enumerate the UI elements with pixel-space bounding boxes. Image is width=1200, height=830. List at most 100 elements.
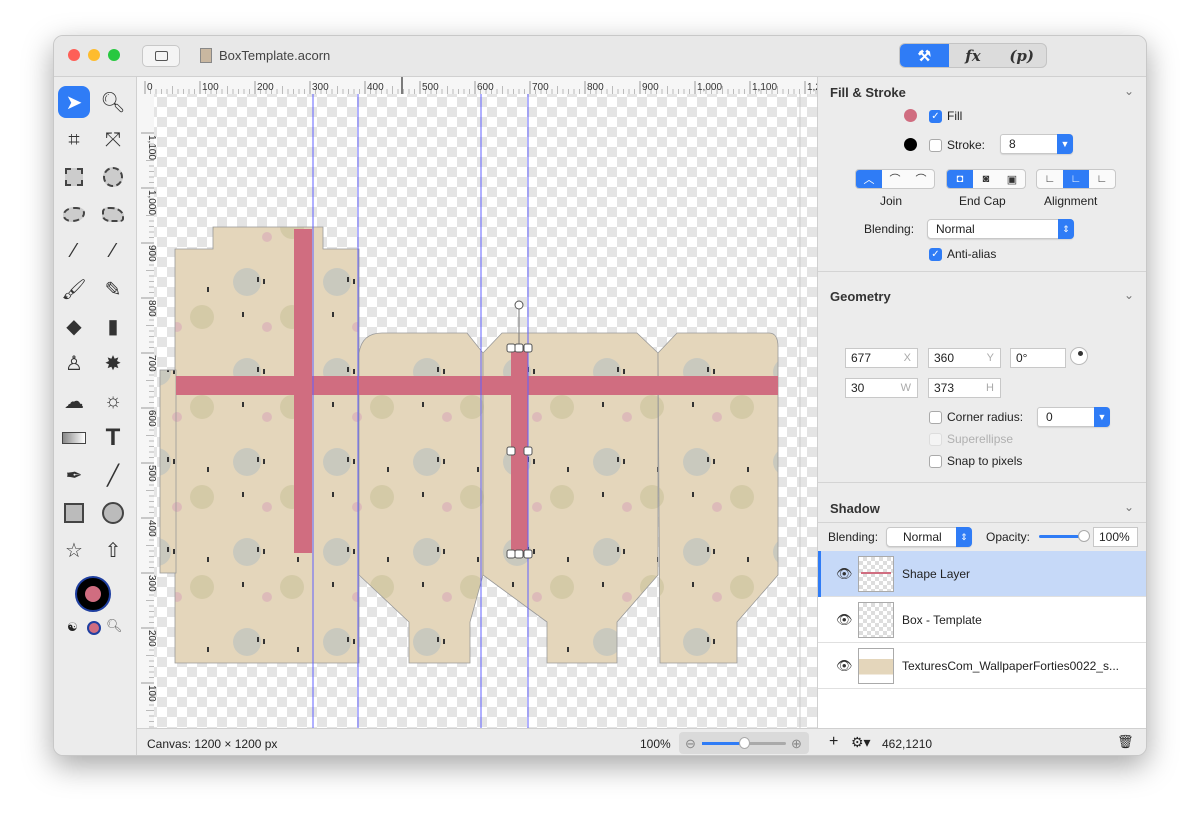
zoom-slider-knob[interactable] [739, 737, 750, 749]
resize-handle[interactable] [514, 549, 524, 559]
magic-wand-icon[interactable]: ⁄ [58, 235, 90, 267]
transform-icon[interactable]: ⤧ [97, 124, 129, 156]
color-picker-icon[interactable]: 🔍︎ [106, 618, 123, 634]
stroke-color-swatch[interactable] [904, 138, 917, 151]
oval-icon[interactable] [97, 497, 129, 529]
smudge-icon[interactable]: ✸ [97, 347, 129, 379]
inspector-panel: Fill & Stroke ⌄ ✓ Fill Stroke: 8 ▼ ︿ ⌒ ⌒ Joi… [817, 77, 1146, 728]
snap-pixels-checkbox[interactable] [929, 455, 942, 469]
gradient-icon[interactable] [58, 422, 90, 454]
gear-icon[interactable]: ⚙▾ [851, 734, 871, 751]
pen-icon[interactable]: ✒ [58, 459, 90, 491]
layer-row[interactable]: 👁︎ Box - Template [818, 597, 1146, 643]
align-inside-icon[interactable]: ∟ [1089, 170, 1115, 188]
fill-color-well[interactable] [85, 586, 101, 602]
trash-icon[interactable]: 🗑︎ [1117, 734, 1134, 750]
y-field[interactable]: 360 Y [928, 348, 1001, 368]
text-icon[interactable]: T [97, 422, 129, 454]
select-arrow-icon[interactable]: ➤ [58, 86, 90, 118]
instant-alpha-icon[interactable]: ⁄ [97, 235, 129, 267]
sidebar-toggle-button[interactable] [142, 45, 180, 67]
ellipse-select-icon[interactable] [97, 161, 129, 193]
layer-row[interactable]: 👁︎ TexturesCom_WallpaperForties0022_s... [818, 643, 1146, 689]
swap-colors-icon[interactable]: ☯ [67, 620, 78, 634]
cloud-icon[interactable]: ☁ [58, 385, 90, 417]
sun-icon[interactable]: ☼ [97, 385, 129, 417]
fill-stroke-title: Fill & Stroke [830, 85, 906, 100]
collapse-chevron-icon[interactable]: ⌄ [1124, 288, 1134, 302]
resize-handle[interactable] [523, 343, 533, 353]
add-layer-icon[interactable]: + [829, 733, 838, 751]
rectangle-icon[interactable] [58, 497, 90, 529]
zoom-icon[interactable]: 🔍︎ [97, 86, 129, 118]
stroke-color-well[interactable] [75, 576, 111, 612]
collapse-chevron-icon[interactable]: ⌄ [1124, 84, 1134, 98]
visibility-eye-icon[interactable]: 👁︎ [836, 658, 853, 674]
fill-color-swatch[interactable] [904, 109, 917, 122]
zoom-slider[interactable] [702, 737, 786, 749]
align-center-icon[interactable]: ∟ [1063, 170, 1089, 188]
rotation-field[interactable]: 0° [1010, 348, 1066, 368]
shadow-blending-select[interactable]: Normal ⇕ [886, 527, 972, 547]
zoom-in-icon[interactable]: ⊕ [791, 736, 802, 752]
opacity-slider[interactable] [1039, 530, 1090, 542]
opacity-slider-knob[interactable] [1078, 530, 1090, 542]
horizontal-ribbon[interactable] [176, 376, 778, 395]
corner-radius-checkbox[interactable] [929, 411, 942, 425]
tab-tools[interactable]: ⚒ [900, 44, 949, 67]
rotation-handle[interactable] [514, 300, 524, 310]
tab-p[interactable]: (p) [997, 44, 1046, 67]
tab-fx[interactable]: fx [949, 44, 998, 67]
resize-handle[interactable] [523, 446, 533, 456]
corner-radius-combo[interactable]: 0 ▼ [1037, 407, 1110, 427]
resize-handle[interactable] [514, 343, 524, 353]
crop-icon[interactable]: ⌗ [58, 124, 90, 156]
round-join-icon[interactable]: ⌒ [882, 170, 908, 188]
lasso-icon[interactable] [58, 198, 90, 230]
opacity-field[interactable]: 100% [1093, 527, 1138, 547]
blending-select[interactable]: Normal ⇕ [927, 219, 1074, 239]
polygon-lasso-icon[interactable] [97, 198, 129, 230]
paint-bucket-icon[interactable]: ◆ [58, 310, 90, 342]
minimize-button[interactable] [88, 49, 100, 61]
rotation-knob[interactable] [1070, 347, 1088, 365]
vertical-ribbon[interactable] [294, 229, 312, 553]
antialias-checkbox[interactable]: ✓ [929, 248, 942, 262]
star-icon[interactable]: ☆ [58, 534, 90, 566]
clone-stamp-icon[interactable]: ♙ [58, 347, 90, 379]
brush-icon[interactable]: 🖌︎ [58, 273, 90, 305]
x-field[interactable]: 677 X [845, 348, 918, 368]
resize-handle[interactable] [523, 549, 533, 559]
visibility-eye-icon[interactable]: 👁︎ [836, 566, 853, 582]
pencil-icon[interactable]: ✎ [97, 273, 129, 305]
resize-handle[interactable] [506, 549, 516, 559]
zoom-control: ⊖ ⊕ [679, 732, 809, 754]
close-button[interactable] [68, 49, 80, 61]
visibility-eye-icon[interactable]: 👁︎ [836, 612, 853, 628]
layer-thumbnail [858, 648, 894, 684]
arrow-icon[interactable]: ⇧ [97, 534, 129, 566]
width-field[interactable]: 30 W [845, 378, 918, 398]
fill-checkbox[interactable]: ✓ [929, 110, 942, 124]
zoom-button[interactable] [108, 49, 120, 61]
canvas-area[interactable]: 0 100 200 300 400 500 600 700 800 900 1,000 1,100 1,… [137, 77, 817, 728]
resize-handle[interactable] [506, 446, 516, 456]
align-outside-icon[interactable]: ∟ [1037, 170, 1063, 188]
resize-handle[interactable] [506, 343, 516, 353]
layer-row[interactable]: 👁︎ Shape Layer [818, 551, 1146, 597]
canvas[interactable]: 0 100 200 300 400 500 600 700 800 900 1,000 1,100 1,… [137, 77, 817, 728]
rect-select-icon[interactable] [58, 161, 90, 193]
square-cap-icon[interactable]: ▣ [999, 170, 1025, 188]
line-icon[interactable]: ╱ [97, 459, 129, 491]
round-cap-icon[interactable]: ◙ [973, 170, 999, 188]
collapse-chevron-icon[interactable]: ⌄ [1124, 500, 1134, 514]
default-colors-icon[interactable] [87, 621, 101, 635]
butt-cap-icon[interactable]: ◘ [947, 170, 973, 188]
height-field[interactable]: 373 H [928, 378, 1001, 398]
miter-join-icon[interactable]: ︿ [856, 170, 882, 188]
zoom-out-icon[interactable]: ⊖ [685, 736, 696, 752]
stroke-checkbox[interactable] [929, 139, 942, 153]
bevel-join-icon[interactable]: ⌒ [908, 170, 934, 188]
eraser-icon[interactable]: ▮ [97, 310, 129, 342]
stroke-width-combo[interactable]: 8 ▼ [1000, 134, 1073, 154]
